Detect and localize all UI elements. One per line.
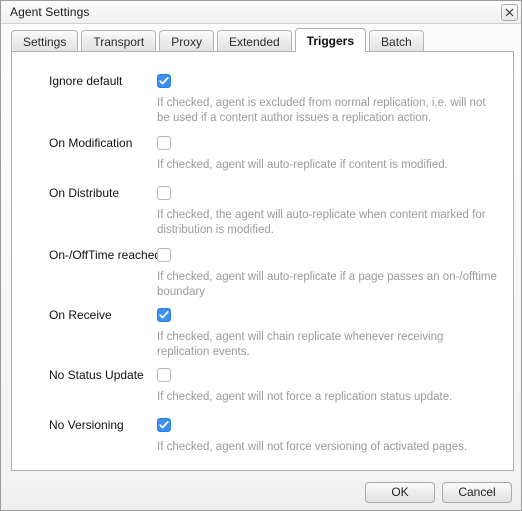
cancel-button[interactable]: Cancel (442, 482, 512, 503)
tab-extended[interactable]: Extended (216, 30, 292, 52)
trigger-description: If checked, agent will auto-replicate if… (157, 271, 497, 298)
tab-label: Transport (93, 34, 145, 49)
tab-bar: Settings Transport Proxy Extended Triggers Ba… (11, 28, 514, 52)
checkbox-checked[interactable] (157, 418, 171, 432)
tab-label: Triggers (306, 33, 355, 48)
trigger-control (157, 74, 171, 88)
triggers-form: Ignore default If checked, agent is exclu… (12, 52, 513, 470)
trigger-description: If checked, agent will chain replicate w… (157, 331, 444, 358)
trigger-control (157, 248, 171, 262)
trigger-label: On-/OffTime reached (49, 248, 162, 262)
trigger-label: On Distribute (49, 186, 120, 200)
close-glyph (505, 8, 514, 17)
check-icon (159, 421, 169, 429)
trigger-description: If checked, agent will auto-replicate if… (157, 159, 448, 171)
tab-settings[interactable]: Settings (11, 30, 79, 52)
tab-transport[interactable]: Transport (81, 30, 157, 52)
tab-proxy[interactable]: Proxy (159, 30, 214, 52)
trigger-description: If checked, agent will not force a repli… (157, 391, 453, 403)
agent-settings-dialog: Agent Settings Settings Transport Proxy Ext… (0, 0, 522, 511)
trigger-control (157, 368, 171, 382)
checkbox-unchecked[interactable] (157, 368, 171, 382)
trigger-label: On Modification (49, 136, 133, 150)
trigger-label: No Versioning (49, 418, 124, 432)
tab-content-panel: Ignore default If checked, agent is exclu… (11, 51, 514, 471)
tab-label: Settings (23, 34, 67, 49)
tab-label: Batch (381, 34, 412, 49)
checkbox-unchecked[interactable] (157, 136, 171, 150)
trigger-label: On Receive (49, 308, 112, 322)
trigger-description: If checked, the agent will auto-replicat… (157, 209, 486, 236)
trigger-label: Ignore default (49, 74, 123, 88)
title-bar: Agent Settings (1, 1, 521, 24)
dialog-footer: OK Cancel (1, 472, 521, 510)
trigger-description: If checked, agent will not force version… (157, 441, 468, 453)
checkbox-unchecked[interactable] (157, 248, 171, 262)
checkbox-unchecked[interactable] (157, 186, 171, 200)
checkbox-checked[interactable] (157, 74, 171, 88)
ok-button[interactable]: OK (365, 482, 435, 503)
trigger-control (157, 308, 171, 322)
checkbox-checked[interactable] (157, 308, 171, 322)
tab-triggers[interactable]: Triggers (294, 28, 367, 52)
close-icon[interactable] (501, 4, 518, 21)
trigger-label: No Status Update (49, 368, 144, 382)
trigger-control (157, 136, 171, 150)
check-icon (159, 311, 169, 319)
trigger-description: If checked, agent is excluded from norma… (157, 97, 486, 124)
trigger-control (157, 418, 171, 432)
tab-label: Proxy (171, 34, 202, 49)
trigger-control (157, 186, 171, 200)
tab-batch[interactable]: Batch (369, 30, 424, 52)
tab-label: Extended (228, 34, 280, 49)
check-icon (159, 77, 169, 85)
page-title: Agent Settings (10, 5, 90, 19)
